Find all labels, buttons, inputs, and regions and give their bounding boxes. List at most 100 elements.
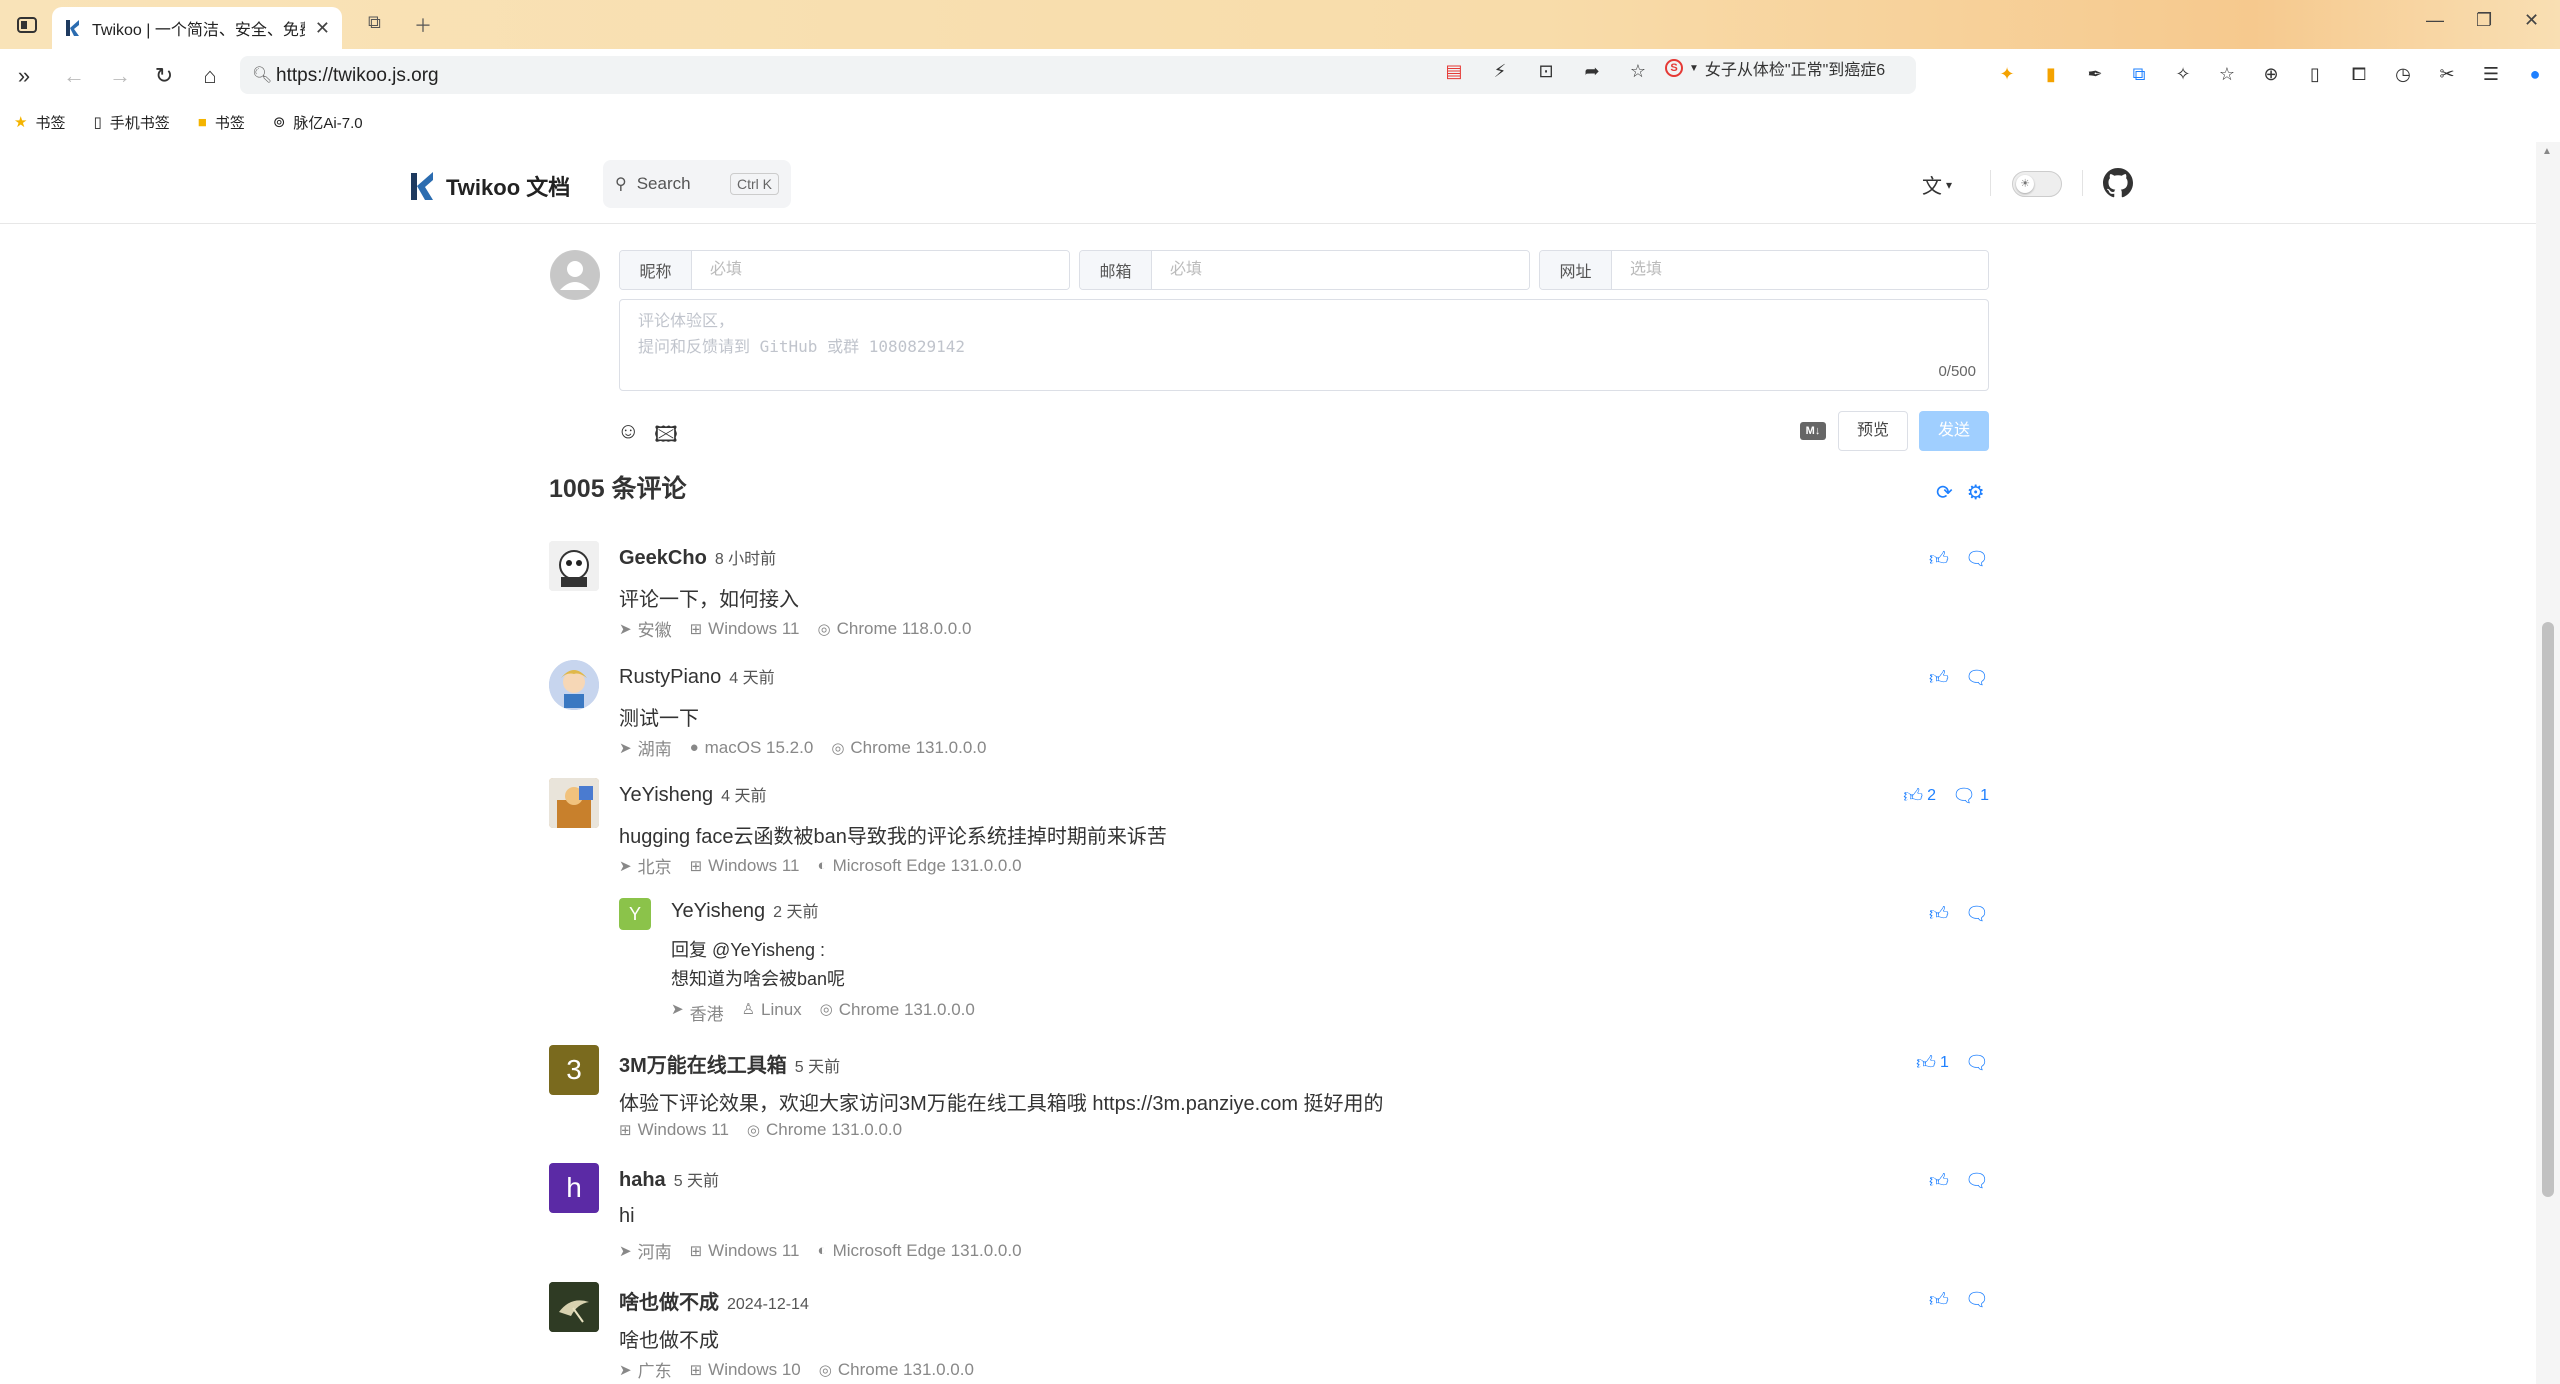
- sidebar-toggle-icon[interactable]: [10, 12, 44, 38]
- reply-button[interactable]: 🗨︎: [1965, 1288, 1989, 1312]
- avatar[interactable]: [549, 660, 599, 710]
- avatar[interactable]: 3: [549, 1045, 599, 1095]
- home-icon[interactable]: ⌂: [196, 62, 224, 90]
- avatar[interactable]: [549, 1282, 599, 1332]
- site-logo[interactable]: Twikoo 文档: [410, 170, 570, 202]
- search-engine-icon: S: [1665, 59, 1683, 77]
- expand-sidebar-icon[interactable]: »: [10, 62, 38, 90]
- reply-button[interactable]: 🗨︎: [1965, 1051, 1989, 1075]
- emoji-icon[interactable]: ☺: [617, 418, 639, 444]
- sign-extension-icon[interactable]: ✒: [2082, 61, 2108, 87]
- site-title: Twikoo 文档: [446, 175, 571, 200]
- browser-tab-active[interactable]: Twikoo | 一个简洁、安全、免费 ✕: [52, 7, 342, 49]
- avatar[interactable]: [549, 541, 599, 591]
- collections-icon[interactable]: ⧠: [2346, 61, 2372, 87]
- avatar[interactable]: h: [549, 1163, 599, 1213]
- comment-location: 北京: [637, 858, 672, 877]
- back-icon[interactable]: ←: [60, 62, 88, 90]
- reply-button[interactable]: 🗨︎: [1965, 1169, 1989, 1193]
- comment-nick[interactable]: YeYisheng: [619, 784, 713, 807]
- bookmark-item[interactable]: ★ 书签: [14, 112, 65, 133]
- like-button[interactable]: 👍︎: [1929, 1289, 1949, 1312]
- like-button[interactable]: 👍︎ 1: [1916, 1052, 1949, 1075]
- comment-browser: Chrome 131.0.0.0: [766, 1120, 903, 1139]
- tab-group-icon[interactable]: ⧉: [368, 12, 381, 33]
- like-button[interactable]: 👍︎: [1929, 1170, 1949, 1193]
- comment-meta: ➤ 北京 ⊞ Windows 11 ◐ Microsoft Edge 131.0.0.…: [619, 853, 1022, 878]
- new-tab-icon[interactable]: ＋: [414, 12, 432, 38]
- puzzle-extensions-icon[interactable]: ✧: [2170, 61, 2196, 87]
- news-text[interactable]: 女子从体检"正常"到癌症6: [1705, 56, 1885, 80]
- history-icon[interactable]: ◷: [2390, 61, 2416, 87]
- comment-time: 4 天前: [721, 788, 767, 805]
- screenshot-icon[interactable]: ⊡: [1532, 61, 1560, 82]
- site-info-icon[interactable]: 🔍︎: [252, 65, 272, 85]
- comment-meta: ➤ 安徽 ⊞ Windows 11 ◎ Chrome 118.0.0.0: [619, 616, 971, 641]
- dropdown-caret-icon: ▼: [1689, 62, 1699, 74]
- reply-header: YeYisheng 2 天前: [671, 898, 819, 923]
- like-button[interactable]: 👍︎: [1929, 903, 1949, 926]
- github-icon[interactable]: [2103, 168, 2133, 198]
- like-button[interactable]: 👍︎: [1929, 548, 1949, 571]
- avatar[interactable]: [549, 778, 599, 828]
- lightning-icon[interactable]: ⚡︎: [1486, 61, 1514, 82]
- notes-extension-icon[interactable]: ▮: [2038, 61, 2064, 87]
- linux-icon: ♙: [741, 1001, 756, 1018]
- menu-icon[interactable]: ☰: [2478, 61, 2504, 87]
- avatar[interactable]: Y: [619, 898, 651, 930]
- comment-nick[interactable]: haha: [619, 1169, 666, 1192]
- bookmark-icon[interactable]: ▯: [2302, 61, 2328, 87]
- theme-toggle[interactable]: ☀: [2012, 171, 2062, 197]
- comment-os: Windows 11: [708, 618, 800, 638]
- search-icon: ⚲: [615, 176, 627, 193]
- link-label: 网址: [1540, 251, 1612, 289]
- reply-button[interactable]: 🗨︎: [1965, 902, 1989, 926]
- close-window-icon[interactable]: ✕: [2524, 10, 2539, 31]
- favorites-icon[interactable]: ☆: [2214, 61, 2240, 87]
- bookmark-item[interactable]: ■ 书签: [198, 112, 245, 133]
- scroll-up-icon[interactable]: ▲: [2542, 146, 2552, 157]
- translate-extension-icon[interactable]: ⧉: [2126, 61, 2152, 87]
- reply-button[interactable]: 🗨︎: [1965, 547, 1989, 571]
- send-button[interactable]: 发送: [1919, 411, 1989, 451]
- settings-gear-icon[interactable]: ⚙: [1967, 480, 1985, 505]
- refresh-icon[interactable]: ⟳: [1936, 480, 1953, 505]
- link-input[interactable]: [1612, 251, 1988, 289]
- restore-icon[interactable]: ❐: [2476, 10, 2492, 31]
- news-ticker[interactable]: S ▼ 女子从体检"正常"到癌症6: [1665, 56, 1910, 80]
- reader-icon[interactable]: ▤: [1440, 61, 1468, 82]
- language-switch[interactable]: 文 ▾: [1922, 170, 1952, 199]
- page-scrollbar[interactable]: ▲: [2536, 142, 2560, 1384]
- tab-close-icon[interactable]: ✕: [315, 18, 330, 39]
- bookmark-item[interactable]: ⊚ 脉亿Ai-7.0: [273, 112, 363, 133]
- scroll-thumb[interactable]: [2542, 622, 2554, 1197]
- bookmark-star-icon[interactable]: ☆: [1624, 61, 1652, 82]
- reply-nick[interactable]: YeYisheng: [671, 900, 765, 923]
- cut-icon[interactable]: ✂: [2434, 61, 2460, 87]
- comment-nick[interactable]: 3M万能在线工具箱: [619, 1049, 787, 1078]
- doc-search-button[interactable]: ⚲ Search Ctrl K: [603, 160, 791, 208]
- preview-button[interactable]: 预览: [1838, 411, 1908, 451]
- nick-input[interactable]: [692, 251, 1069, 289]
- bookmark-item[interactable]: ▯ 手机书签: [93, 112, 169, 133]
- forward-icon[interactable]: →: [106, 62, 134, 90]
- comment-nick[interactable]: GeekCho: [619, 547, 707, 570]
- reply-button[interactable]: 🗨︎ 1: [1952, 784, 1989, 808]
- profile-avatar-icon[interactable]: ●: [2522, 61, 2548, 87]
- share-icon[interactable]: ➦: [1578, 61, 1606, 82]
- reply-button[interactable]: 🗨︎: [1965, 666, 1989, 690]
- comment-nick[interactable]: RustyPiano: [619, 666, 721, 689]
- image-upload-icon[interactable]: 🖾: [654, 418, 678, 456]
- comment-textarea[interactable]: [620, 300, 1988, 390]
- like-button[interactable]: 👍︎: [1929, 667, 1949, 690]
- minimize-icon[interactable]: —: [2426, 10, 2444, 31]
- reload-icon[interactable]: ↻: [150, 62, 178, 90]
- url-text[interactable]: https://twikoo.js.org: [276, 65, 439, 87]
- ai-extension-icon[interactable]: ✦: [1994, 61, 2020, 87]
- download-icon[interactable]: ⊕: [2258, 61, 2284, 87]
- reply-to-text[interactable]: 回复 @YeYisheng :: [671, 936, 845, 965]
- comment-time: 5 天前: [794, 1059, 841, 1076]
- like-button[interactable]: 👍︎ 2: [1903, 785, 1936, 808]
- mail-input[interactable]: [1152, 251, 1529, 289]
- comment-nick[interactable]: 啥也做不成: [619, 1286, 719, 1315]
